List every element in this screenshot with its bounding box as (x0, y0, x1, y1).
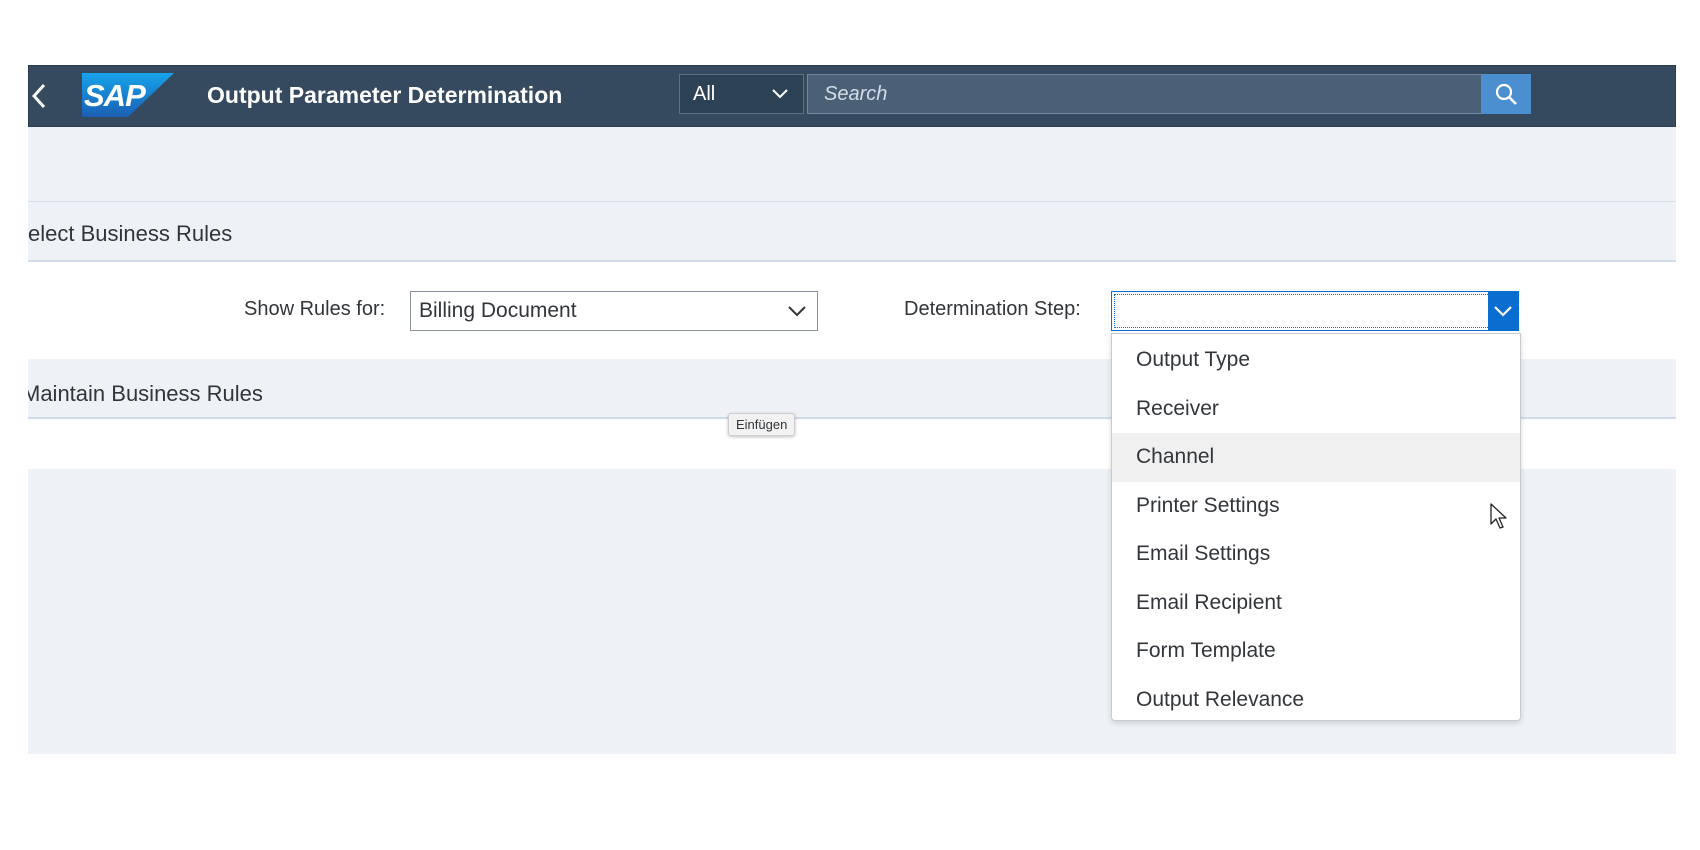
dropdown-item-output-type[interactable]: Output Type (1112, 336, 1520, 385)
dropdown-item-email-recipient[interactable]: Email Recipient (1112, 579, 1520, 628)
dropdown-item-email-settings[interactable]: Email Settings (1112, 530, 1520, 579)
search-input[interactable] (824, 82, 1424, 106)
determination-step-dropdown-button[interactable] (1488, 292, 1518, 330)
section-title-maintain: Maintain Business Rules (28, 381, 263, 406)
sap-logo[interactable]: SAP (82, 73, 174, 117)
back-button[interactable] (29, 76, 49, 116)
mouse-pointer-icon (1490, 503, 1507, 529)
tooltip: Einfügen (728, 413, 796, 436)
search-icon (1495, 83, 1517, 105)
chevron-down-icon (1494, 306, 1512, 317)
select-business-rules-section: elect Business Rules (28, 202, 1676, 262)
dropdown-item-channel[interactable]: Channel (1112, 433, 1520, 482)
section-title-select: elect Business Rules (28, 221, 233, 246)
show-rules-select[interactable]: Billing Document (410, 291, 818, 331)
chevron-down-icon (772, 89, 788, 99)
determination-step-label: Determination Step: (904, 298, 1081, 320)
dropdown-item-receiver[interactable]: Receiver (1112, 385, 1520, 434)
dropdown-item-output-relevance[interactable]: Output Relevance (1112, 676, 1520, 725)
page-subheader (28, 127, 1676, 202)
search-scope-value: All (693, 82, 716, 105)
show-rules-value: Billing Document (419, 299, 577, 322)
search-field[interactable] (807, 74, 1507, 114)
dropdown-item-printer-settings[interactable]: Printer Settings (1112, 482, 1520, 531)
determination-step-select[interactable] (1111, 291, 1519, 331)
chevron-down-icon (788, 306, 806, 317)
app-title: Output Parameter Determination (207, 82, 563, 108)
app-window: SAP Output Parameter Determination All e… (28, 65, 1676, 755)
search-scope-select[interactable]: All (679, 74, 804, 114)
determination-step-dropdown-list: Output Type Receiver Channel Printer Set… (1111, 333, 1521, 721)
back-arrow-icon (32, 83, 46, 109)
sap-logo-text: SAP (84, 78, 146, 113)
dropdown-item-form-template[interactable]: Form Template (1112, 627, 1520, 676)
show-rules-label: Show Rules for: (244, 298, 386, 320)
shell-header: SAP Output Parameter Determination All (28, 65, 1676, 127)
search-button[interactable] (1481, 74, 1531, 114)
